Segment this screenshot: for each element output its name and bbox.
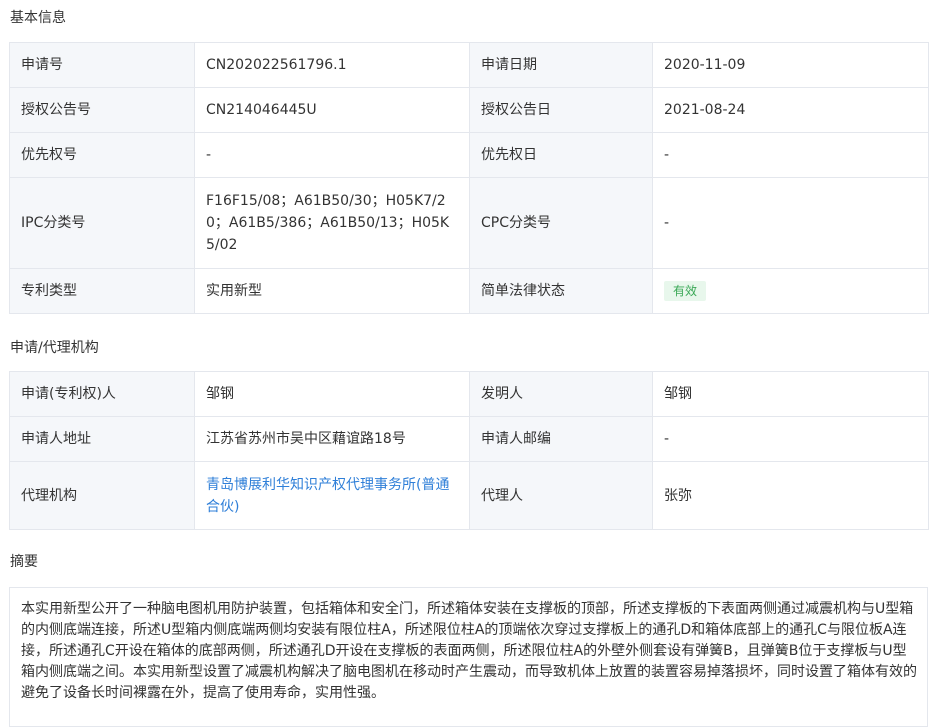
table-row: 申请(专利权)人 邹钢 发明人 邹钢 <box>9 371 929 417</box>
table-row: IPC分类号 F16F15/08；A61B50/30；H05K7/20；A61B… <box>9 177 929 269</box>
basic-info-table: 申请号 CN202022561796.1 申请日期 2020-11-09 授权公… <box>9 42 929 314</box>
priority-date-label: 优先权日 <box>469 132 653 178</box>
agency-label: 代理机构 <box>9 461 195 530</box>
agency-link[interactable]: 青岛博展利华知识产权代理事务所(普通合伙) <box>206 477 449 515</box>
table-row: 优先权号 - 优先权日 - <box>9 132 929 178</box>
application-date-value: 2020-11-09 <box>652 42 929 88</box>
inventor-label: 发明人 <box>469 371 653 417</box>
applicant-postcode-label: 申请人邮编 <box>469 416 653 462</box>
agent-label: 代理人 <box>469 461 653 530</box>
applicant-address-value: 江苏省苏州市吴中区藉谊路18号 <box>194 416 470 462</box>
legal-status-label: 简单法律状态 <box>469 268 653 314</box>
priority-date-value: - <box>652 132 929 178</box>
section-title-agency: 申请/代理机构 <box>10 340 99 356</box>
grant-date-value: 2021-08-24 <box>652 87 929 133</box>
table-row: 申请号 CN202022561796.1 申请日期 2020-11-09 <box>9 42 929 88</box>
priority-number-value: - <box>194 132 470 178</box>
inventor-value: 邹钢 <box>652 371 929 417</box>
section-title-basic-info: 基本信息 <box>10 10 66 26</box>
agent-value: 张弥 <box>652 461 929 530</box>
grant-number-label: 授权公告号 <box>9 87 195 133</box>
grant-number-value: CN214046445U <box>194 87 470 133</box>
grant-date-label: 授权公告日 <box>469 87 653 133</box>
legal-status-cell: 有效 <box>652 268 929 314</box>
applicant-address-label: 申请人地址 <box>9 416 195 462</box>
priority-number-label: 优先权号 <box>9 132 195 178</box>
applicant-value: 邹钢 <box>194 371 470 417</box>
patent-type-label: 专利类型 <box>9 268 195 314</box>
agency-cell: 青岛博展利华知识产权代理事务所(普通合伙) <box>194 461 470 530</box>
section-title-abstract: 摘要 <box>10 554 38 570</box>
status-badge: 有效 <box>664 281 707 301</box>
cpc-class-value: - <box>652 177 929 269</box>
cpc-class-label: CPC分类号 <box>469 177 653 269</box>
abstract-text: 本实用新型公开了一种脑电图机用防护装置，包括箱体和安全门，所述箱体安装在支撑板的… <box>9 587 928 727</box>
applicant-label: 申请(专利权)人 <box>9 371 195 417</box>
applicant-postcode-value: - <box>652 416 929 462</box>
table-row: 授权公告号 CN214046445U 授权公告日 2021-08-24 <box>9 87 929 133</box>
application-number-value: CN202022561796.1 <box>194 42 470 88</box>
table-row: 代理机构 青岛博展利华知识产权代理事务所(普通合伙) 代理人 张弥 <box>9 461 929 530</box>
ipc-class-label: IPC分类号 <box>9 177 195 269</box>
application-date-label: 申请日期 <box>469 42 653 88</box>
application-number-label: 申请号 <box>9 42 195 88</box>
table-row: 申请人地址 江苏省苏州市吴中区藉谊路18号 申请人邮编 - <box>9 416 929 462</box>
ipc-class-value: F16F15/08；A61B50/30；H05K7/20；A61B5/386；A… <box>194 177 470 269</box>
table-row: 专利类型 实用新型 简单法律状态 有效 <box>9 268 929 314</box>
patent-type-value: 实用新型 <box>194 268 470 314</box>
agency-table: 申请(专利权)人 邹钢 发明人 邹钢 申请人地址 江苏省苏州市吴中区藉谊路18号… <box>9 371 929 530</box>
